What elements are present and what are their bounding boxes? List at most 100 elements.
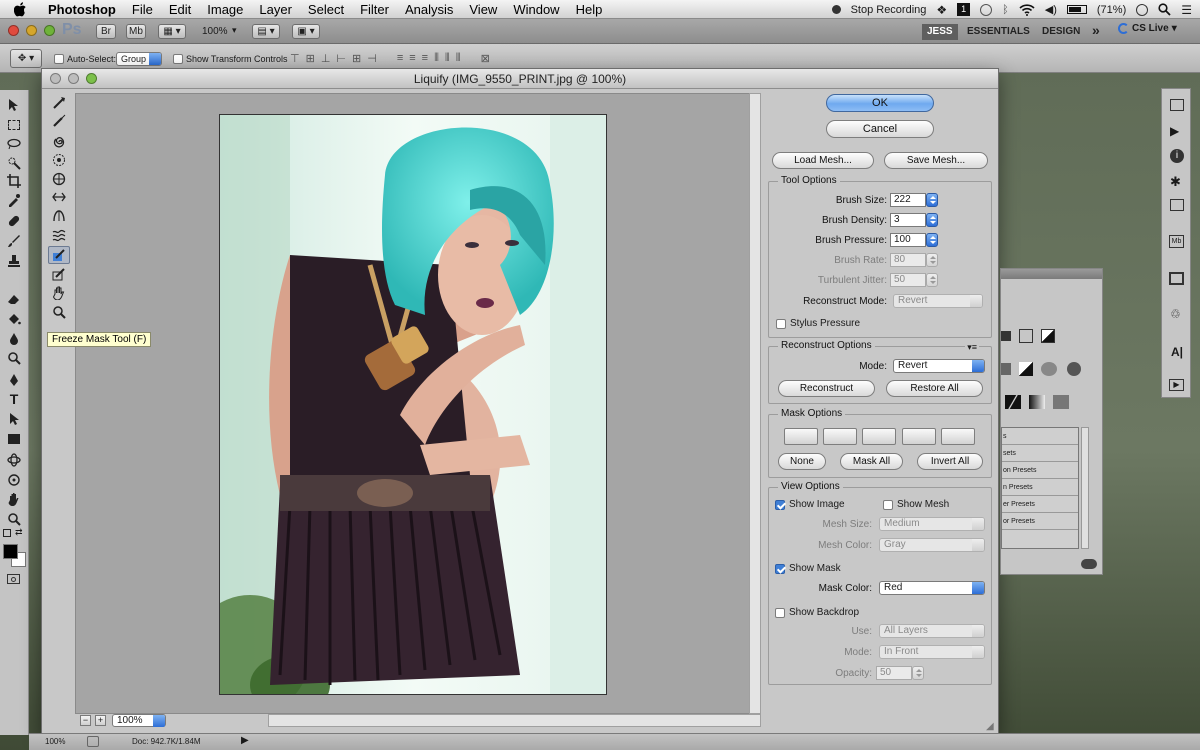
- menu-layer[interactable]: Layer: [251, 2, 300, 17]
- distribute-hcenter-icon[interactable]: ⦀: [445, 52, 450, 65]
- foreground-color-swatch[interactable]: [3, 544, 18, 559]
- hand-tool-icon[interactable]: [4, 490, 24, 508]
- zoom-window-icon[interactable]: [44, 25, 55, 36]
- zoom-tool-icon[interactable]: [4, 510, 24, 528]
- backdrop-opacity-stepper[interactable]: [912, 666, 924, 680]
- photo-filter-icon[interactable]: [1067, 362, 1081, 376]
- type-tool-icon[interactable]: T: [4, 390, 24, 408]
- show-image-checkbox[interactable]: [775, 499, 785, 510]
- history-panel-icon[interactable]: [1170, 99, 1184, 111]
- stop-recording-icon[interactable]: [831, 5, 841, 14]
- dropbox-icon[interactable]: ❖: [936, 3, 947, 17]
- menu-analysis[interactable]: Analysis: [397, 2, 461, 17]
- list-icon[interactable]: ☰: [1181, 3, 1192, 17]
- paragraph-panel-icon[interactable]: ▶: [1169, 379, 1184, 391]
- eraser-tool-icon[interactable]: [4, 290, 24, 308]
- preview-zoom-dropdown[interactable]: 100%: [112, 714, 166, 727]
- restore-all-button[interactable]: Restore All: [886, 380, 983, 397]
- turbulent-jitter-field[interactable]: 50: [890, 273, 926, 287]
- show-mask-checkbox[interactable]: [775, 563, 785, 574]
- show-mesh-checkbox[interactable]: [883, 499, 893, 510]
- liquify-preview-area[interactable]: [75, 93, 761, 714]
- move-tool-preset-button[interactable]: ✥ ▾: [10, 49, 42, 68]
- brush-rate-field[interactable]: 80: [890, 253, 926, 267]
- dialog-minimize-icon[interactable]: [68, 73, 79, 84]
- menu-edit[interactable]: Edit: [161, 2, 199, 17]
- align-vcenter-icon[interactable]: ⊞: [306, 52, 315, 65]
- reconstruct-options-menu-icon[interactable]: ▾≡: [965, 342, 979, 353]
- quick-mask-icon[interactable]: [7, 574, 20, 584]
- mask-all-button[interactable]: Mask All: [840, 453, 903, 470]
- status-zoom[interactable]: 100%: [45, 737, 65, 746]
- 3d-orbit-tool-icon[interactable]: [4, 471, 24, 489]
- turbulent-jitter-stepper[interactable]: [926, 273, 938, 287]
- resize-grip-icon[interactable]: ◢: [986, 721, 994, 732]
- align-right-icon[interactable]: ⊣: [367, 52, 377, 65]
- menu-view[interactable]: View: [461, 2, 505, 17]
- dodge-tool-icon[interactable]: [4, 349, 24, 367]
- pen-tool-icon[interactable]: [4, 371, 24, 389]
- align-top-icon[interactable]: ⊤: [290, 52, 300, 65]
- volume-icon[interactable]: ◀): [1045, 3, 1057, 16]
- info-panel-icon[interactable]: i: [1170, 149, 1184, 163]
- marquee-tool-icon[interactable]: [4, 116, 24, 134]
- align-hcenter-icon[interactable]: ⊞: [352, 52, 361, 65]
- preview-horizontal-scroll[interactable]: [268, 714, 761, 727]
- brush-pressure-stepper[interactable]: [926, 233, 938, 247]
- apple-icon[interactable]: [14, 1, 28, 17]
- panel-footer-icon[interactable]: [1081, 559, 1097, 569]
- load-mesh-button[interactable]: Load Mesh...: [772, 152, 874, 169]
- reconstruct-mode-dropdown[interactable]: Revert: [893, 294, 983, 308]
- swap-colors-icon[interactable]: ⇄: [15, 527, 23, 538]
- app-icon[interactable]: 1: [957, 3, 971, 16]
- user-icon[interactable]: [1136, 3, 1149, 16]
- exposure-icon[interactable]: [1041, 329, 1055, 343]
- minimize-window-icon[interactable]: [26, 25, 37, 36]
- auto-select-checkbox[interactable]: [54, 54, 64, 64]
- black-white-icon[interactable]: [1041, 362, 1057, 376]
- default-colors-icon[interactable]: [3, 529, 11, 537]
- hue-saturation-icon[interactable]: [1001, 363, 1011, 375]
- cancel-button[interactable]: Cancel: [826, 120, 934, 138]
- mini-bridge-panel-icon[interactable]: Mb: [1169, 235, 1184, 248]
- mini-bridge-button[interactable]: Mb: [126, 24, 146, 39]
- quick-selection-tool-icon[interactable]: [4, 154, 24, 172]
- zoom-out-button[interactable]: −: [80, 715, 91, 726]
- mask-replace-selection-icon[interactable]: [784, 428, 818, 445]
- reconstruct-tool-icon[interactable]: [48, 112, 70, 130]
- workspace-essentials[interactable]: ESSENTIALS: [967, 26, 1030, 37]
- status-menu-arrow-icon[interactable]: ▶: [241, 735, 249, 746]
- dialog-zoom-icon[interactable]: [86, 73, 97, 84]
- wifi-icon[interactable]: [1019, 3, 1035, 16]
- zoom-level-dropdown[interactable]: 100%: [202, 26, 228, 37]
- menu-window[interactable]: Window: [505, 2, 567, 17]
- stylus-pressure-checkbox[interactable]: [776, 318, 786, 329]
- forward-warp-tool-icon[interactable]: [48, 94, 70, 112]
- distribute-bottom-icon[interactable]: ≡: [422, 52, 428, 65]
- distribute-right-icon[interactable]: ⦀: [456, 52, 461, 65]
- spotlight-search-icon[interactable]: [1158, 3, 1171, 16]
- backdrop-opacity-field[interactable]: 50: [876, 666, 912, 680]
- brush-rate-stepper[interactable]: [926, 253, 938, 267]
- invert-all-button[interactable]: Invert All: [917, 453, 983, 470]
- eyedropper-tool-icon[interactable]: [4, 191, 24, 209]
- rectangle-tool-icon[interactable]: [4, 430, 24, 448]
- cs-live-button[interactable]: CS Live ▾: [1118, 23, 1177, 34]
- thaw-mask-tool-icon[interactable]: [48, 265, 70, 283]
- mask-color-dropdown[interactable]: Red: [879, 581, 985, 595]
- mesh-size-dropdown[interactable]: Medium: [879, 517, 985, 531]
- clone-source-icon[interactable]: ♲: [1170, 307, 1181, 321]
- preset-item[interactable]: er Presets: [1002, 496, 1078, 513]
- save-mesh-button[interactable]: Save Mesh...: [884, 152, 988, 169]
- mask-none-button[interactable]: None: [778, 453, 826, 470]
- zoom-in-button[interactable]: +: [95, 715, 106, 726]
- clone-stamp-tool-icon[interactable]: [4, 252, 24, 270]
- menu-image[interactable]: Image: [199, 2, 251, 17]
- color-balance-icon[interactable]: [1019, 362, 1033, 376]
- align-bottom-icon[interactable]: ⊥: [321, 52, 331, 65]
- paint-bucket-tool-icon[interactable]: [4, 310, 24, 328]
- reconstruct-button[interactable]: Reconstruct: [778, 380, 875, 397]
- preset-item[interactable]: n Presets: [1002, 479, 1078, 496]
- turbulence-tool-icon[interactable]: [48, 226, 70, 244]
- more-workspaces-icon[interactable]: »: [1092, 22, 1100, 38]
